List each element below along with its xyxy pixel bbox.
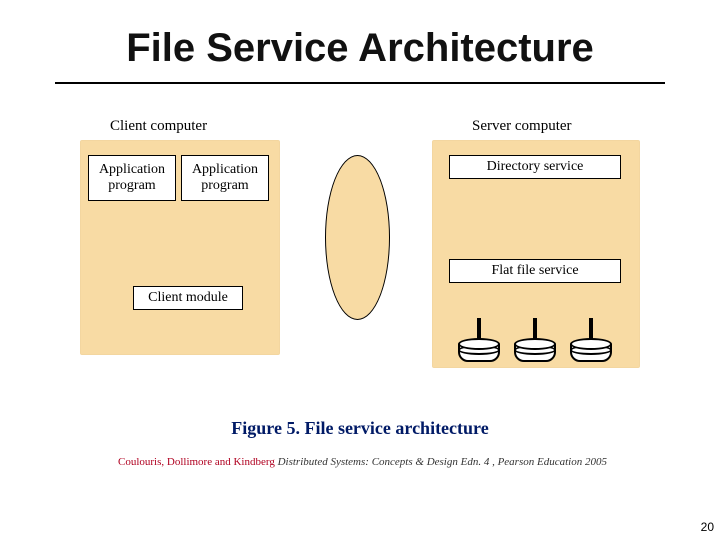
disk-icon xyxy=(458,338,500,364)
title-underline xyxy=(55,82,665,84)
disk-connector-1 xyxy=(477,318,481,340)
application-program-box-1: Application program xyxy=(88,155,176,201)
application-program-box-2: Application program xyxy=(181,155,269,201)
page-number: 20 xyxy=(701,520,714,534)
attribution-authors: Coulouris, Dollimore and Kindberg xyxy=(118,456,275,468)
network-connector-icon xyxy=(325,155,390,320)
figure-caption-text: File service architecture xyxy=(304,418,488,438)
server-computer-label: Server computer xyxy=(472,118,572,135)
flat-file-service-box: Flat file service xyxy=(449,259,621,283)
figure-caption: Figure 5. File service architecture xyxy=(0,418,720,439)
directory-service-box: Directory service xyxy=(449,155,621,179)
disk-connector-3 xyxy=(589,318,593,340)
architecture-diagram: Client computer Server computer Applicat… xyxy=(80,100,640,380)
attribution-line: Coulouris, Dollimore and Kindberg Distri… xyxy=(118,456,658,468)
disk-icon xyxy=(570,338,612,364)
slide: File Service Architecture Client compute… xyxy=(0,0,720,540)
disk-icon xyxy=(514,338,556,364)
client-module-box: Client module xyxy=(133,286,243,310)
attribution-book: Distributed Systems: Concepts & Design E… xyxy=(275,456,607,468)
figure-number: Figure 5. xyxy=(231,418,304,438)
disk-connector-2 xyxy=(533,318,537,340)
client-computer-label: Client computer xyxy=(110,118,207,135)
page-title: File Service Architecture xyxy=(0,26,720,71)
